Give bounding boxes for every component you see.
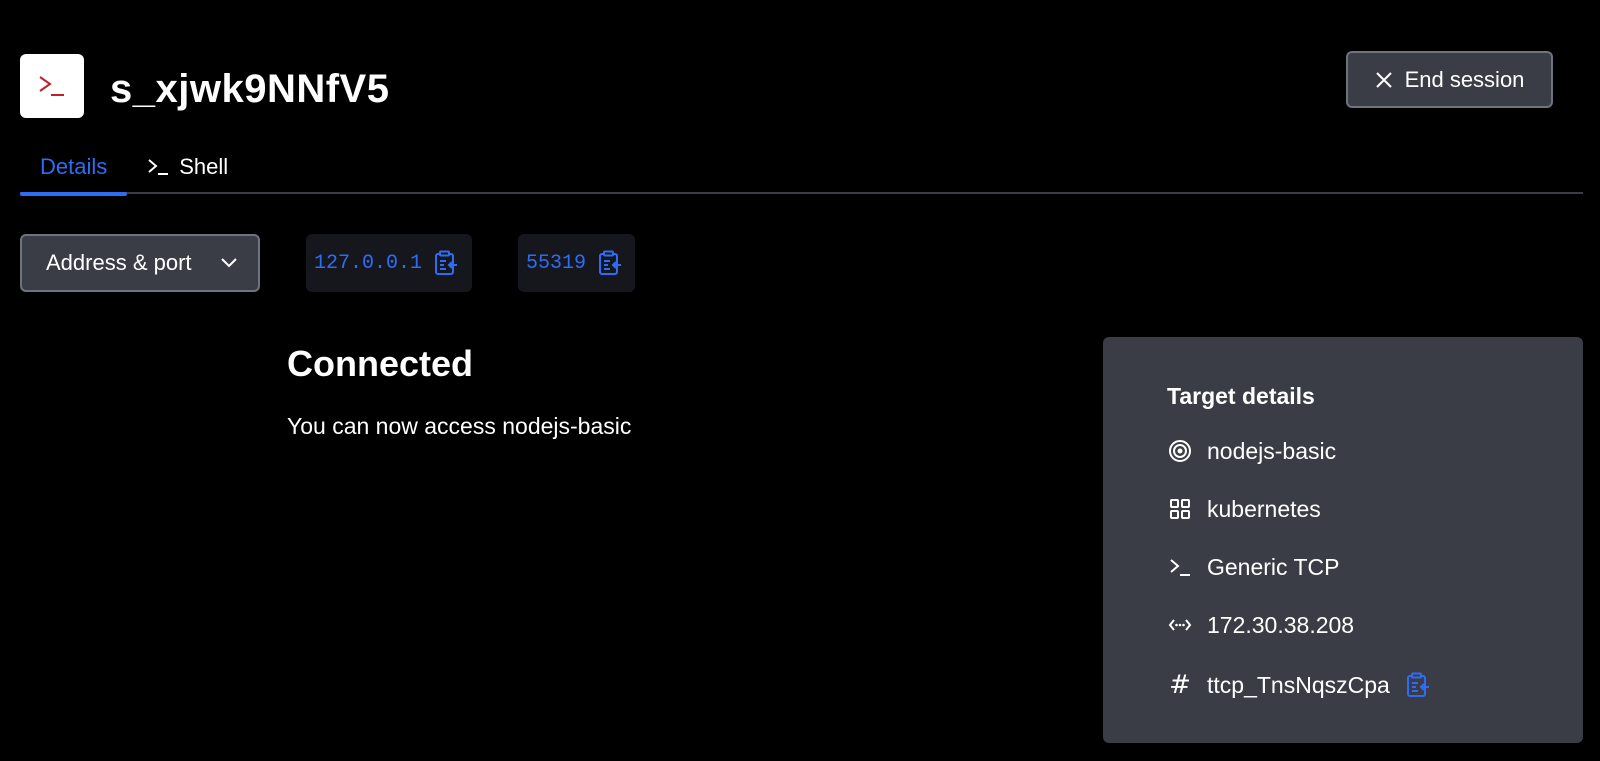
target-name-row: nodejs-basic bbox=[1167, 437, 1336, 465]
chevron-down-icon bbox=[221, 258, 237, 268]
terminal-icon bbox=[148, 159, 169, 175]
copy-target-id-icon[interactable] bbox=[1406, 672, 1430, 698]
target-id: ttcp_TnsNqszCpa bbox=[1207, 672, 1390, 698]
page-title: s_xjwk9NNfV5 bbox=[110, 67, 390, 111]
grid-icon bbox=[1167, 496, 1193, 522]
port-field: 55319 bbox=[518, 234, 635, 292]
target-scope: kubernetes bbox=[1207, 496, 1321, 522]
terminal-icon bbox=[1167, 554, 1193, 580]
tab-details[interactable]: Details bbox=[20, 148, 128, 196]
target-host-row: 172.30.38.208 bbox=[1167, 611, 1354, 639]
address-value: 127.0.0.1 bbox=[314, 251, 423, 275]
close-icon bbox=[1375, 71, 1392, 88]
end-session-button[interactable]: End session bbox=[1346, 51, 1553, 108]
tab-shell-label: Shell bbox=[179, 154, 229, 179]
app-logo-icon bbox=[20, 54, 84, 118]
target-id-row: # ttcp_TnsNqszCpa bbox=[1167, 671, 1430, 699]
copy-port-icon[interactable] bbox=[598, 250, 622, 276]
address-port-select[interactable]: Address & port bbox=[20, 234, 260, 292]
tab-shell[interactable]: Shell bbox=[127, 148, 248, 194]
tab-details-label: Details bbox=[40, 154, 108, 179]
target-details-panel: Target details nodejs-basic kubernetes G… bbox=[1103, 337, 1583, 743]
tab-bar: Details Shell bbox=[20, 148, 1583, 196]
target-host: 172.30.38.208 bbox=[1207, 612, 1355, 638]
target-scope-row: kubernetes bbox=[1167, 495, 1321, 523]
hash-icon: # bbox=[1169, 670, 1191, 700]
end-session-label: End session bbox=[1404, 66, 1525, 92]
address-field: 127.0.0.1 bbox=[306, 234, 472, 292]
terminal-icon bbox=[39, 76, 64, 96]
target-type-row: Generic TCP bbox=[1167, 553, 1340, 581]
panel-title: Target details bbox=[1167, 383, 1315, 409]
target-icon bbox=[1167, 438, 1193, 464]
connection-arrows-icon bbox=[1167, 612, 1193, 638]
target-name: nodejs-basic bbox=[1207, 438, 1337, 464]
copy-address-icon[interactable] bbox=[434, 250, 458, 276]
status-title: Connected bbox=[287, 343, 474, 384]
status-message: You can now access nodejs-basic bbox=[287, 413, 632, 439]
target-type: Generic TCP bbox=[1207, 554, 1340, 580]
port-value: 55319 bbox=[526, 251, 587, 275]
select-value: Address & port bbox=[46, 250, 192, 275]
